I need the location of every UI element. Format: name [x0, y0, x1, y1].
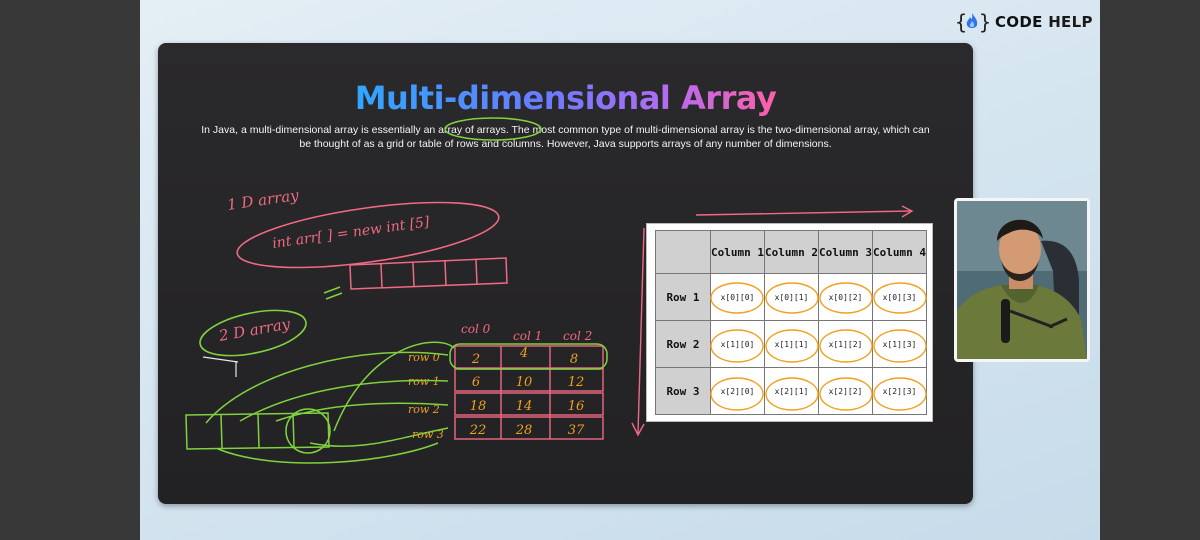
flame-code-icon: { }	[955, 10, 989, 34]
ink-grid-3-0: 22	[469, 423, 487, 438]
table-row: Row 1 x[0][0] x[0][1] x[0][2] x[0][3]	[655, 273, 927, 321]
ink-col-label-2: col 2	[563, 329, 592, 343]
table-cell: x[0][2]	[818, 273, 873, 321]
ink-grid-0-2: 8	[570, 352, 578, 367]
presenter-video	[957, 201, 1087, 359]
ink-grid-3-2: 37	[568, 423, 585, 438]
ink-grid-1-0: 6	[472, 375, 480, 390]
table-cell: x[1][0]	[710, 320, 765, 368]
ink-grid-2-2: 16	[568, 399, 585, 414]
brand-logo: { } CODE HELP	[955, 8, 1093, 36]
table-cell: x[2][2]	[818, 367, 873, 415]
table-row: Row 2 x[1][0] x[1][1] x[1][2] x[1][3]	[655, 320, 927, 368]
ink-grid-2-0: 18	[470, 399, 487, 414]
ink-grid-3-1: 28	[515, 423, 533, 438]
ink-circle-array-of-arrays	[444, 117, 542, 141]
ink-col-label-0: col 0	[461, 322, 491, 336]
ink-grid-1-1: 10	[516, 375, 533, 390]
ink-1d-code: int arr[ ] = new int [5]	[271, 214, 431, 252]
ink-grid-0-1: 4	[519, 346, 528, 361]
ink-grid-1-2: 12	[568, 375, 585, 390]
table-row-header: Row 3	[655, 367, 711, 415]
ink-row-label-1: row 1	[408, 375, 440, 388]
table-column-header: Column 1	[710, 230, 765, 274]
presenter-webcam	[954, 198, 1090, 362]
presentation-slide: Multi-dimensional Array In Java, a multi…	[158, 43, 973, 504]
table-column-header: Column 2	[764, 230, 819, 274]
ink-grid-2-1: 14	[516, 399, 533, 414]
ink-1d-label: 1 D array	[226, 186, 300, 214]
brand-name-accent: HELP	[1042, 13, 1093, 31]
table-column-header: Column 3	[818, 230, 873, 274]
ink-1d-boxes	[349, 257, 508, 290]
table-corner-cell	[655, 230, 711, 274]
table-row-header: Row 1	[655, 273, 711, 321]
svg-text:}: }	[979, 10, 989, 34]
ink-col-label-1: col 1	[513, 329, 542, 343]
svg-text:{: {	[955, 10, 967, 34]
ink-grid-values: 2 4 8 6 10 12 18 14 16 22 28 37	[469, 346, 585, 438]
letterbox-left	[0, 0, 140, 540]
brand-name: CODE HELP	[995, 13, 1093, 31]
array-index-grid: Column 1 Column 2 Column 3 Column 4 Row …	[655, 230, 927, 415]
video-stage: { } CODE HELP Multi-dimensional Array In…	[140, 0, 1100, 540]
array-index-table: Column 1 Column 2 Column 3 Column 4 Row …	[646, 223, 933, 422]
table-row: Row 3 x[2][0] x[2][1] x[2][2] x[2][3]	[655, 367, 927, 415]
ink-equals	[323, 286, 343, 300]
table-cell: x[2][3]	[872, 367, 927, 415]
table-cell: x[2][1]	[764, 367, 819, 415]
table-row-header: Row 2	[655, 320, 711, 368]
ink-row-labels: row 0 row 1 row 2 row 3	[408, 351, 444, 441]
table-cell: x[0][0]	[710, 273, 765, 321]
ink-grid-0-0: 2	[471, 352, 480, 367]
table-header-row: Column 1 Column 2 Column 3 Column 4	[655, 230, 927, 274]
table-cell: x[1][2]	[818, 320, 873, 368]
table-column-header: Column 4	[872, 230, 927, 274]
table-cell: x[1][1]	[764, 320, 819, 368]
table-cell: x[1][3]	[872, 320, 927, 368]
table-cell: x[0][1]	[764, 273, 819, 321]
table-cell: x[0][3]	[872, 273, 927, 321]
table-cell: x[2][0]	[710, 367, 765, 415]
brand-name-main: CODE	[995, 13, 1043, 31]
letterbox-right	[1100, 0, 1200, 540]
